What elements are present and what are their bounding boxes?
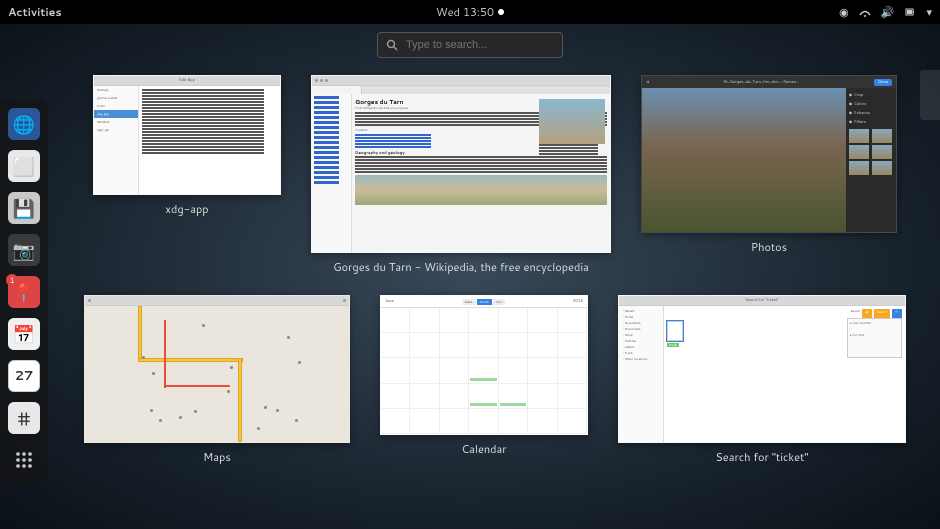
window-label: Calendar [461, 441, 506, 457]
system-menu-chevron-icon[interactable]: ▾ [926, 4, 932, 20]
clock-text: Wed 13:50 [436, 4, 494, 20]
accessibility-icon[interactable]: ◉ [839, 4, 849, 20]
window-thumbnail[interactable]: Gorges du Tarn - Wikipedia... Gorges du … [311, 75, 611, 253]
network-icon[interactable] [859, 6, 871, 18]
activities-button[interactable]: Activities [8, 4, 62, 20]
show-applications-icon[interactable] [8, 444, 40, 476]
window-wiki[interactable]: Gorges du Tarn - Wikipedia... Gorges du … [311, 75, 611, 275]
dash-software[interactable]: ⬜ [8, 150, 40, 182]
overview-search[interactable] [377, 32, 563, 58]
window-thumbnail[interactable]: ◀fb_Gorges_du_Tarn_frm_dm_...flumen...Do… [641, 75, 897, 233]
window-files[interactable]: Search for "ticket" • Recent• Home• Docu… [618, 295, 906, 465]
battery-icon[interactable] [904, 6, 916, 18]
dash-calendar-date[interactable]: 27 [8, 360, 40, 392]
dash-camera[interactable]: 📷 [8, 234, 40, 266]
window-overview: Edit App Devhelpgnome-builderPolari xdg-… [60, 75, 930, 519]
window-label: xdg-app [165, 201, 208, 217]
notification-dot [498, 9, 504, 15]
clock[interactable]: Wed 13:50 [436, 4, 504, 20]
dash-disks[interactable]: 💾 [8, 192, 40, 224]
window-label: Maps [203, 449, 231, 465]
window-thumbnail[interactable]: June WeekMonthYear 2016 [380, 295, 588, 435]
volume-icon[interactable]: 🔊 [881, 4, 895, 20]
window-thumbnail[interactable]: Search for "ticket" • Recent• Home• Docu… [618, 295, 906, 443]
window-xdg[interactable]: Edit App Devhelpgnome-builderPolari xdg-… [93, 75, 281, 275]
search-icon [386, 39, 398, 51]
dash-terminal[interactable]: # [8, 402, 40, 434]
dash-maps[interactable]: 📍1 [8, 276, 40, 308]
window-thumbnail[interactable]: Edit App Devhelpgnome-builderPolari xdg-… [93, 75, 281, 195]
badge: 1 [6, 274, 18, 286]
window-label: Photos [751, 239, 787, 255]
window-calendar[interactable]: June WeekMonthYear 2016 Calendar [380, 295, 588, 465]
dash-web-browser[interactable]: 🌐 [8, 108, 40, 140]
window-maps[interactable]: Maps [84, 295, 350, 465]
window-label: Search for "ticket" [715, 449, 808, 465]
dash: 🌐 ⬜ 💾 📷 📍1 📅 27 # [0, 100, 48, 484]
search-input[interactable] [406, 39, 554, 51]
dash-calendar[interactable]: 📅 [8, 318, 40, 350]
window-thumbnail[interactable] [84, 295, 350, 443]
window-label: Gorges du Tarn - Wikipedia, the free enc… [333, 259, 589, 275]
window-photos[interactable]: ◀fb_Gorges_du_Tarn_frm_dm_...flumen...Do… [641, 75, 897, 275]
